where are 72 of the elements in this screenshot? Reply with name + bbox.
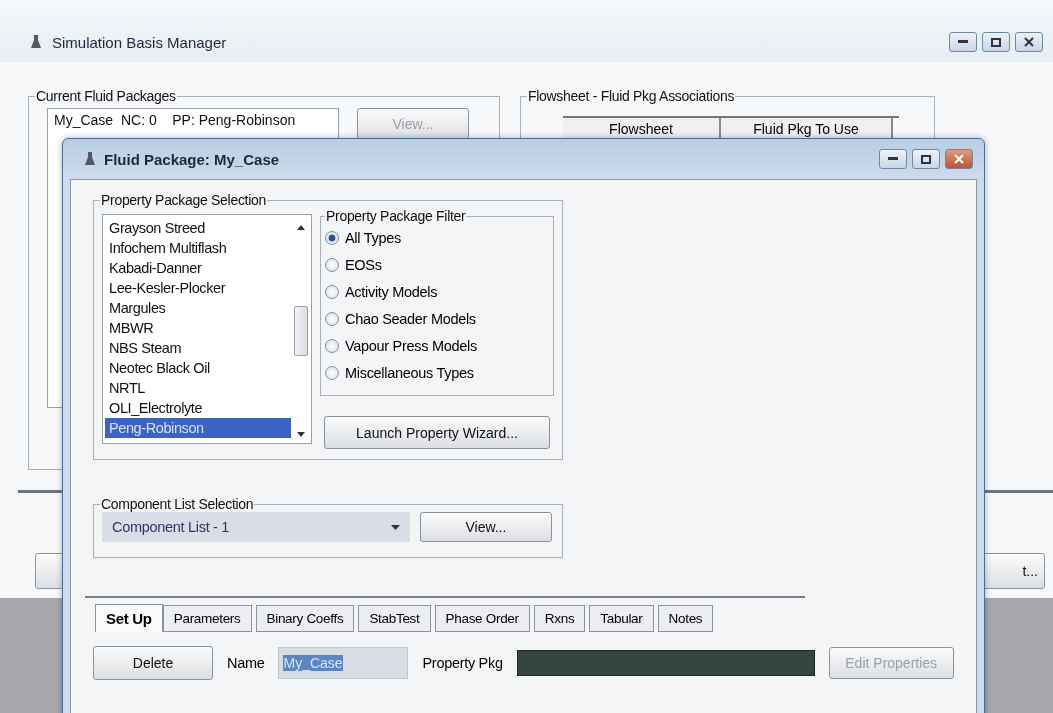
name-label: Name	[227, 655, 265, 671]
maximize-button[interactable]	[982, 32, 1010, 52]
tab[interactable]: Set Up	[95, 604, 163, 632]
filter-radio[interactable]: Activity Models	[325, 278, 549, 305]
window-title: Simulation Basis Manager	[52, 33, 227, 51]
package-list[interactable]: Grayson Streed Infochem Multiflash Kabadi-Danner Lee-Kesler-Plocker Margules MBWR NBS Steam Neotec Black Oil NRTL OLI_Electrolyte Peng-Robinson	[102, 214, 312, 444]
dropdown-arrow-icon	[391, 524, 400, 530]
radio-label: All Types	[345, 229, 401, 246]
group-title: Current Fluid Packages	[35, 88, 177, 104]
radio-label: Vapour Press Models	[345, 337, 477, 354]
close-icon	[1024, 37, 1034, 47]
package-item[interactable]: Peng-Robinson	[105, 418, 291, 438]
scroll-up-icon	[297, 225, 305, 230]
maximize-icon	[921, 154, 931, 164]
group-title: Component List Selection	[100, 496, 255, 512]
filter-radio[interactable]: Vapour Press Models	[325, 332, 549, 359]
minimize-button[interactable]	[949, 32, 977, 52]
group-title: Property Package Filter	[325, 208, 467, 224]
group-title: Flowsheet - Fluid Pkg Associations	[527, 88, 736, 104]
radio-dot[interactable]	[325, 284, 339, 299]
filter-radio[interactable]: Chao Seader Models	[325, 305, 549, 332]
dialog-title: Fluid Package: My_Case	[104, 150, 280, 168]
component-list-dropdown[interactable]: Component List - 1	[102, 512, 410, 542]
close-icon	[954, 154, 964, 164]
package-item[interactable]: NBS Steam	[105, 338, 291, 358]
filter-radio[interactable]: All Types	[325, 224, 549, 251]
radio-dot[interactable]	[325, 230, 339, 245]
radio-dot[interactable]	[325, 311, 339, 326]
package-item[interactable]: Kabadi-Danner	[105, 258, 291, 278]
radio-dot[interactable]	[325, 338, 339, 353]
scrollbar-thumb[interactable]	[294, 306, 308, 356]
package-item[interactable]: Grayson Streed	[105, 218, 291, 238]
close-button[interactable]	[1015, 32, 1043, 52]
flask-icon	[84, 151, 96, 167]
minimize-button[interactable]	[879, 149, 907, 169]
radio-label: Miscellaneous Types	[345, 364, 474, 381]
launch-wizard-button[interactable]: Launch Property Wizard...	[324, 416, 550, 449]
fluid-package-item[interactable]: My_Case NC: 0 PP: Peng-Robinson	[54, 112, 332, 128]
radio-dot[interactable]	[325, 365, 339, 380]
view-button[interactable]: View...	[420, 512, 552, 542]
package-item[interactable]: NRTL	[105, 378, 291, 398]
maximize-icon	[991, 37, 1001, 47]
scroll-down-icon	[297, 432, 305, 437]
tab[interactable]: Tabular	[589, 605, 654, 632]
filter-radio[interactable]: Miscellaneous Types	[325, 359, 549, 386]
radio-dot[interactable]	[325, 257, 339, 272]
column-header[interactable]: Fluid Pkg To Use	[721, 118, 893, 140]
package-item[interactable]: MBWR	[105, 318, 291, 338]
tab[interactable]: Binary Coeffs	[255, 605, 355, 632]
property-pkg-field[interactable]	[516, 650, 815, 676]
minimize-icon	[888, 157, 898, 161]
tab[interactable]: Notes	[657, 605, 714, 632]
package-item[interactable]: OLI_Electrolyte	[105, 398, 291, 418]
package-item[interactable]: Infochem Multiflash	[105, 238, 291, 258]
radio-label: Activity Models	[345, 283, 438, 300]
group-title: Property Package Selection	[100, 192, 267, 208]
package-item[interactable]: Margules	[105, 298, 291, 318]
tab[interactable]: Rxns	[533, 605, 586, 632]
minimize-icon	[958, 40, 968, 44]
property-pkg-label: Property Pkg	[422, 655, 503, 671]
flask-icon	[30, 34, 42, 50]
tab[interactable]: Parameters	[162, 605, 252, 632]
filter-radio[interactable]: EOSs	[325, 251, 549, 278]
radio-label: EOSs	[345, 256, 382, 273]
tab[interactable]: Phase Order	[434, 605, 530, 632]
maximize-button[interactable]	[912, 149, 940, 169]
delete-button[interactable]: Delete	[93, 646, 213, 680]
radio-label: Chao Seader Models	[345, 310, 476, 327]
package-item[interactable]: Neotec Black Oil	[105, 358, 291, 378]
tab[interactable]: StabTest	[358, 605, 431, 632]
package-item[interactable]: Lee-Kesler-Plocker	[105, 278, 291, 298]
column-header[interactable]: Flowsheet	[563, 118, 721, 140]
